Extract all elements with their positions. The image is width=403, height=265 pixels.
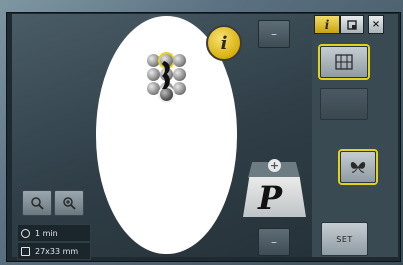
info-icon: i [220,32,228,54]
design-size-value: 27x33 mm [35,246,79,256]
grid-button[interactable] [320,46,368,78]
close-button[interactable]: × [368,15,384,34]
butterfly-button[interactable] [340,151,376,183]
size-icon [21,246,30,256]
tab-info[interactable]: i [314,15,340,34]
butterfly-icon [350,162,366,173]
embroidery-design-shape [162,61,170,89]
minus-icon: – [271,235,277,249]
stitch-time-value: 1 min [35,228,58,238]
document-icon [347,19,357,30]
minus-icon: – [271,27,277,41]
add-icon[interactable]: + [268,159,281,172]
grid-icon [335,54,353,70]
info-button[interactable]: i [206,25,242,61]
design-size: 27x33 mm [17,242,91,260]
plus-icon: + [269,159,280,172]
set-button-label: SET [336,234,353,244]
clock-icon [21,228,30,238]
needle-dot[interactable] [173,68,186,81]
embroidery-screen: i – – 1 min 27x33 mm + P i × SET [0,0,403,265]
zoom-controls [22,190,86,216]
zoom-in-icon [63,197,76,210]
preview-letter: P [258,179,283,217]
needle-dot[interactable] [173,54,186,67]
close-icon: × [371,19,381,30]
zoom-in-button[interactable] [54,190,84,216]
scroll-up-button[interactable]: – [258,20,290,48]
disabled-button [320,88,368,120]
info-icon: i [324,17,330,32]
zoom-out-icon [31,197,44,210]
needle-dot[interactable] [173,82,186,95]
tab-bar: i × [314,15,396,34]
zoom-out-button[interactable] [22,190,52,216]
stitch-time: 1 min [17,224,91,242]
scroll-down-button[interactable]: – [258,228,290,256]
set-button[interactable]: SET [321,222,368,256]
tab-document[interactable] [340,15,364,34]
